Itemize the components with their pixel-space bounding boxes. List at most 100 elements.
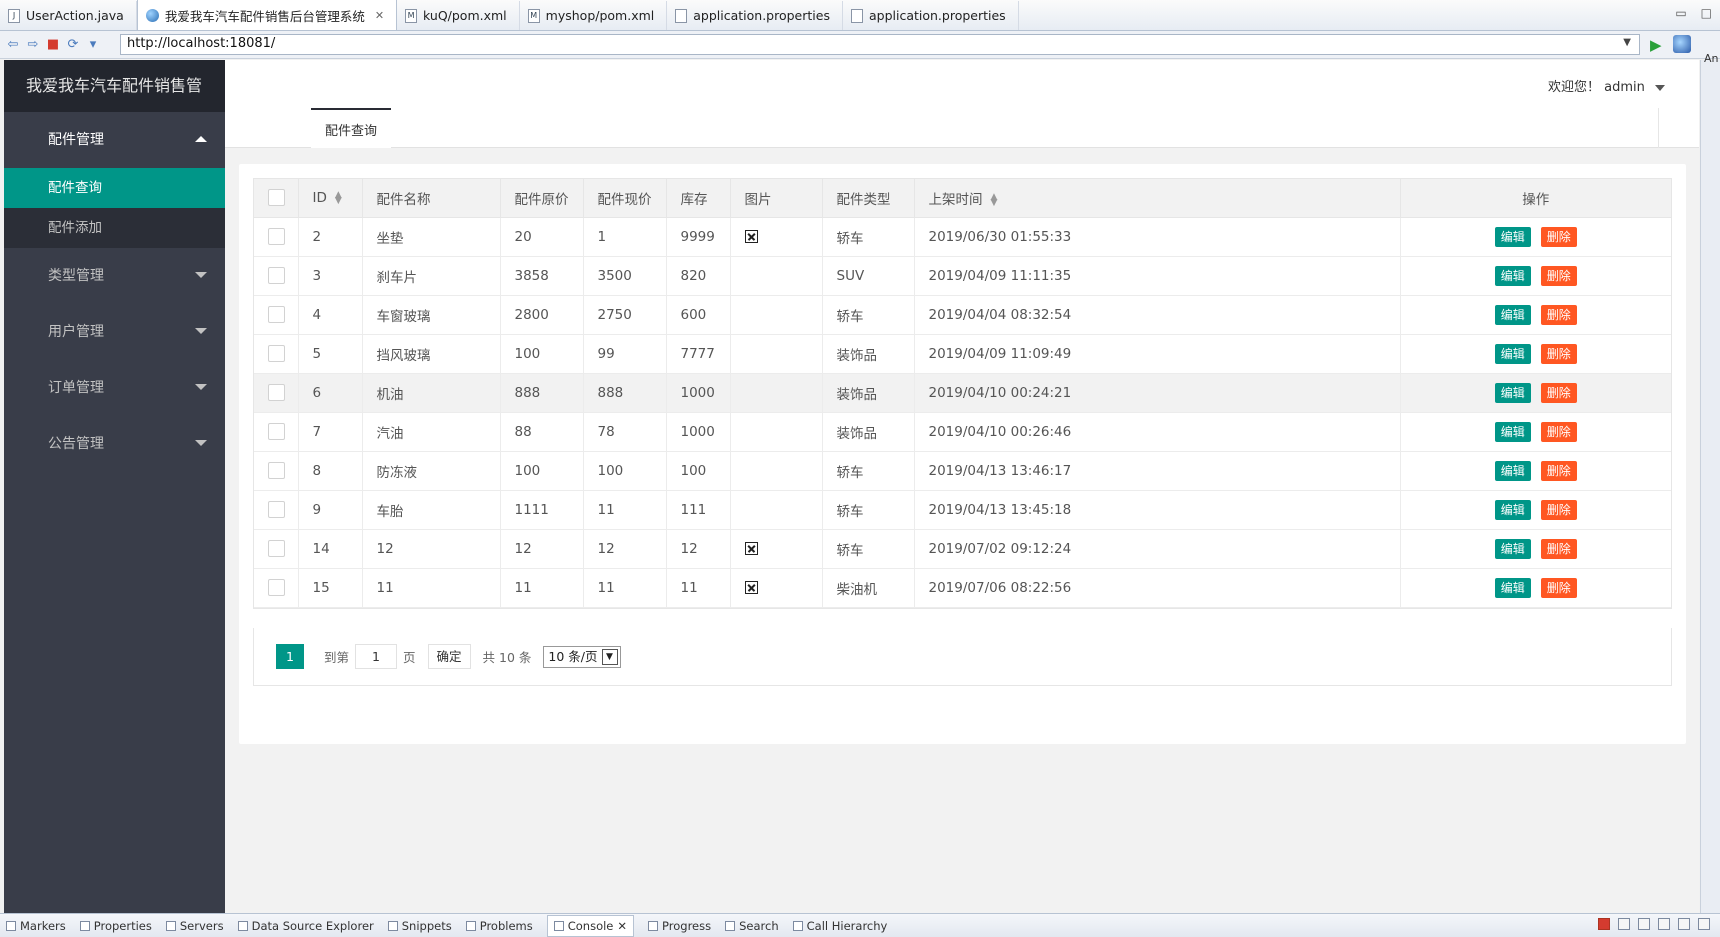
edit-button[interactable]: 编辑	[1494, 343, 1531, 364]
cell-stock: 12	[666, 529, 731, 569]
sidebar-group-label: 用户管理	[48, 324, 104, 340]
page-current[interactable]: 1	[276, 644, 304, 669]
forward-icon[interactable]: ⇨	[26, 37, 40, 52]
maven-file-icon: M	[405, 8, 418, 23]
sidebar-item-parts-add[interactable]: 配件添加	[4, 208, 225, 248]
delete-button[interactable]: 删除	[1540, 460, 1577, 481]
sidebar-submenu-parts: 配件查询 配件添加	[4, 168, 225, 248]
go-icon[interactable]: ▶	[1650, 36, 1662, 54]
ide-tab-properties[interactable]: Properties	[79, 919, 152, 933]
sidebar-group-users[interactable]: 用户管理	[4, 304, 225, 360]
cell-price: 1	[583, 217, 667, 257]
chevron-down-icon[interactable]: ▾	[86, 37, 100, 52]
ide-tab-call-hierarchy[interactable]: Call Hierarchy	[792, 919, 887, 933]
row-checkbox[interactable]	[268, 228, 285, 245]
sidebar-group-parts[interactable]: 配件管理	[4, 112, 225, 168]
cell-listed-time: 2019/07/06 08:22:56	[914, 568, 1401, 608]
username: admin	[1604, 80, 1645, 95]
sort-icon[interactable]: ▲ ▼	[335, 190, 342, 205]
column-header-id[interactable]: ID ▲ ▼	[298, 179, 363, 218]
goto-confirm-button[interactable]: 确定	[427, 644, 471, 669]
ide-tab-data-source-explorer[interactable]: Data Source Explorer	[237, 919, 374, 933]
ide-bottom-toolbar	[1598, 918, 1710, 930]
editor-tab-myshop-pom[interactable]: M myshop/pom.xml	[520, 1, 668, 30]
remove-launch-icon[interactable]	[1618, 918, 1630, 930]
editor-tab-label: UserAction.java	[26, 8, 124, 23]
ide-tab-snippets[interactable]: Snippets	[387, 919, 452, 933]
edit-button[interactable]: 编辑	[1494, 577, 1531, 598]
stop-icon[interactable]: ■	[46, 37, 60, 52]
row-checkbox[interactable]	[268, 267, 285, 284]
sidebar-group-orders[interactable]: 订单管理	[4, 360, 225, 416]
delete-button[interactable]: 删除	[1540, 382, 1577, 403]
editor-tab-kuq-pom[interactable]: M kuQ/pom.xml	[397, 1, 520, 30]
sidebar-group-types[interactable]: 类型管理	[4, 248, 225, 304]
broken-image-icon	[744, 230, 758, 243]
ide-tab-console[interactable]: Console ✕	[546, 914, 635, 937]
delete-button[interactable]: 删除	[1540, 304, 1577, 325]
close-icon[interactable]: ✕	[617, 919, 627, 933]
back-icon[interactable]: ⇦	[6, 37, 20, 52]
editor-tab-app-properties-1[interactable]: application.properties	[667, 1, 843, 30]
ide-tab-search[interactable]: Search	[725, 919, 779, 933]
editor-tab-useraction[interactable]: J UserAction.java	[0, 1, 137, 30]
edit-button[interactable]: 编辑	[1494, 304, 1531, 325]
delete-button[interactable]: 删除	[1540, 577, 1577, 598]
user-menu[interactable]: 欢迎您！ admin	[1548, 76, 1665, 95]
sort-icon[interactable]: ▲ ▼	[991, 192, 998, 207]
terminate-icon[interactable]	[1598, 918, 1610, 930]
delete-button[interactable]: 删除	[1540, 421, 1577, 442]
column-header-listed-time[interactable]: 上架时间 ▲ ▼	[914, 179, 1401, 218]
page-size-select[interactable]: 10 条/页 ▼	[543, 645, 621, 668]
cell-orig-price: 20	[500, 217, 584, 257]
ide-tab-problems[interactable]: Problems	[465, 919, 533, 933]
delete-button[interactable]: 删除	[1540, 343, 1577, 364]
row-checkbox[interactable]	[268, 540, 285, 557]
ide-tab-servers[interactable]: Servers	[165, 919, 224, 933]
view-icon	[237, 920, 248, 931]
url-input[interactable]: http://localhost:18081/ ▼	[120, 34, 1640, 55]
edit-button[interactable]: 编辑	[1494, 538, 1531, 559]
sidebar-item-parts-query[interactable]: 配件查询	[4, 168, 225, 208]
minimize-icon[interactable]: ▭	[1675, 6, 1686, 20]
cell-price: 3500	[583, 256, 667, 296]
view-icon	[165, 920, 176, 931]
row-checkbox[interactable]	[268, 462, 285, 479]
edit-button[interactable]: 编辑	[1494, 226, 1531, 247]
edit-button[interactable]: 编辑	[1494, 382, 1531, 403]
row-checkbox[interactable]	[268, 423, 285, 440]
browser-globe-icon[interactable]	[1673, 35, 1691, 53]
sidebar: 我爱我车汽车配件销售管 配件管理 配件查询 配件添加 类型管理 用户管理 订单管…	[4, 60, 225, 913]
sidebar-group-notices[interactable]: 公告管理	[4, 416, 225, 472]
pin-console-icon[interactable]	[1678, 918, 1690, 930]
close-icon[interactable]: ✕	[375, 9, 384, 22]
refresh-icon[interactable]: ⟳	[66, 37, 80, 52]
editor-tab-label: application.properties	[693, 8, 830, 23]
edit-button[interactable]: 编辑	[1494, 499, 1531, 520]
edit-button[interactable]: 编辑	[1494, 265, 1531, 286]
open-console-icon[interactable]	[1698, 918, 1710, 930]
row-checkbox[interactable]	[268, 306, 285, 323]
delete-button[interactable]: 删除	[1540, 226, 1577, 247]
ide-tab-progress[interactable]: Progress	[648, 919, 711, 933]
scroll-lock-icon[interactable]	[1658, 918, 1670, 930]
column-header-name: 配件名称	[362, 179, 501, 218]
edit-button[interactable]: 编辑	[1494, 460, 1531, 481]
goto-page-input[interactable]: 1	[355, 644, 398, 669]
ide-tab-markers[interactable]: Markers	[6, 919, 66, 933]
row-checkbox[interactable]	[268, 345, 285, 362]
delete-button[interactable]: 删除	[1540, 265, 1577, 286]
url-history-dropdown-icon[interactable]: ▼	[1623, 37, 1631, 48]
editor-tab-browser[interactable]: 我爱我车汽车配件销售后台管理系统 ✕	[136, 0, 398, 30]
maximize-icon[interactable]: □	[1701, 6, 1712, 20]
clear-console-icon[interactable]	[1638, 918, 1650, 930]
tab-parts-query[interactable]: 配件查询	[311, 108, 392, 148]
edit-button[interactable]: 编辑	[1494, 421, 1531, 442]
editor-tab-app-properties-2[interactable]: application.properties	[843, 1, 1019, 30]
select-all-checkbox[interactable]	[268, 189, 285, 207]
row-checkbox[interactable]	[268, 384, 285, 401]
delete-button[interactable]: 删除	[1540, 538, 1577, 559]
row-checkbox[interactable]	[268, 501, 285, 518]
row-checkbox[interactable]	[268, 579, 285, 596]
delete-button[interactable]: 删除	[1540, 499, 1577, 520]
